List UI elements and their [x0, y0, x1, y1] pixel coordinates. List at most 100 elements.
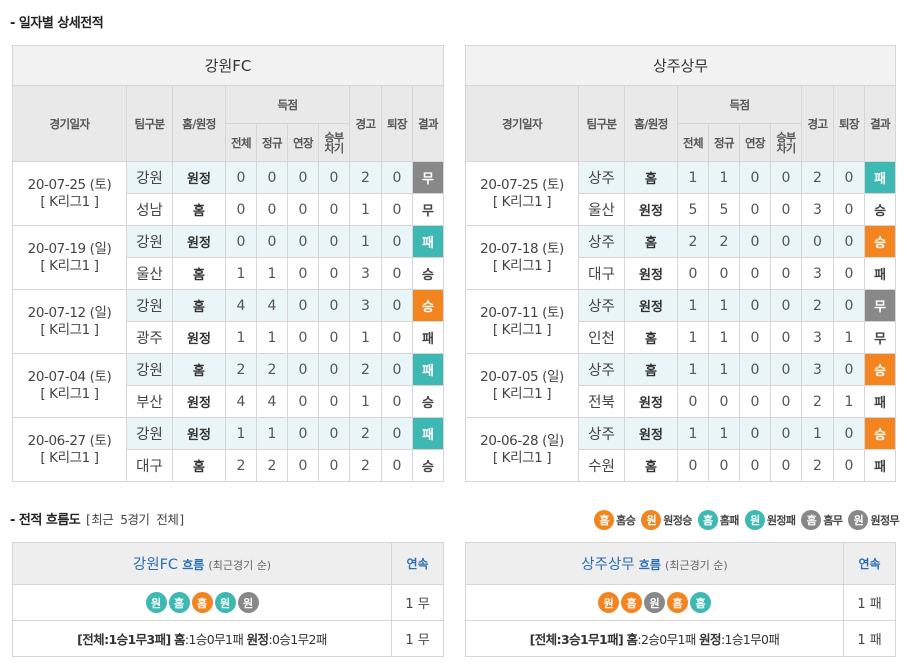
- game-date: 20-07-04 (토)[ K리그1 ]: [12, 353, 127, 418]
- header-sendoff: 퇴장: [381, 85, 413, 162]
- result-badge: 패: [863, 385, 897, 418]
- score-penalty: 0: [770, 385, 802, 418]
- home-away: 원정: [624, 289, 678, 322]
- game-date: 20-07-05 (일)[ K리그1 ]: [465, 353, 579, 418]
- result-circle-icon: 홈: [801, 510, 822, 530]
- score-extra: 0: [739, 385, 771, 418]
- flow-result-icon: 원: [237, 592, 259, 613]
- header-warning: 경고: [801, 85, 834, 162]
- flow-summary: [전체:3승1무1패] 홈:2승0무1패 원정:1승1무0패: [465, 620, 844, 657]
- warnings: 3: [801, 257, 834, 290]
- score-total: 1: [677, 321, 709, 354]
- team-name: 울산: [578, 193, 625, 226]
- sendoffs: 1: [833, 321, 865, 354]
- score-total: 0: [677, 257, 709, 290]
- result-badge: 승: [863, 417, 897, 450]
- legend-label: 원정패: [766, 514, 796, 527]
- header-warning: 경고: [349, 85, 382, 162]
- team-name: 강원: [126, 161, 173, 194]
- result-legend: 홈 홈승 원 원정승 홈 홈패 원 원정패 홈 홈무 원 원정무: [588, 510, 900, 530]
- score-extra: 0: [287, 193, 319, 226]
- result-badge: 승: [411, 289, 445, 322]
- result-badge: 승: [411, 385, 445, 418]
- result-badge: 승: [411, 449, 445, 482]
- score-penalty: 0: [318, 225, 350, 258]
- score-extra: 0: [739, 353, 771, 386]
- teamA-games: 20-07-25 (토)[ K리그1 ] 강원 원정 0 0 0 0 2 0 무 성남 홈 0 0 0 0 1 0…: [12, 161, 445, 482]
- legend-item: 홈 홈승: [594, 510, 636, 530]
- score-penalty: 0: [770, 289, 802, 322]
- header-sendoff: 퇴장: [833, 85, 865, 162]
- score-penalty: 0: [318, 321, 350, 354]
- result-badge: 승: [863, 225, 897, 258]
- header-team: 팀구분: [126, 85, 173, 162]
- team-name: 상주: [578, 289, 625, 322]
- score-regular: 1: [708, 161, 740, 194]
- team-name: 대구: [578, 257, 625, 290]
- section-title-flow: - 전적 흐름도 [최근 5경기 전체]: [10, 512, 186, 528]
- game-row: 20-07-19 (일)[ K리그1 ] 강원 원정 0 0 0 0 1 0 패: [12, 225, 445, 290]
- score-extra: 0: [287, 417, 319, 450]
- result-circle-icon: 원: [744, 510, 765, 530]
- sendoffs: 0: [833, 193, 865, 226]
- sendoffs: 0: [833, 449, 865, 482]
- flow-result-icon: 원: [214, 592, 236, 613]
- summary-streak-value: 1 무: [391, 620, 444, 657]
- warnings: 2: [801, 385, 834, 418]
- sendoffs: 0: [833, 257, 865, 290]
- game-date: 20-07-11 (토)[ K리그1 ]: [465, 289, 579, 354]
- score-penalty: 0: [770, 417, 802, 450]
- sendoffs: 0: [833, 353, 865, 386]
- warnings: 1: [349, 193, 382, 226]
- score-regular: 1: [708, 321, 740, 354]
- header-penalty: 승부 차기: [770, 123, 802, 162]
- result-badge: 승: [863, 193, 897, 226]
- result-badge: 무: [411, 161, 445, 194]
- header-extra: 연장: [287, 123, 319, 162]
- team-name: 전북: [578, 385, 625, 418]
- team-name: 울산: [126, 257, 173, 290]
- warnings: 2: [801, 289, 834, 322]
- score-penalty: 0: [770, 449, 802, 482]
- header-homeaway: 홈/원정: [624, 85, 678, 162]
- flow-table-teamB: 상주상무 흐름 (최근경기 순) 연속 원홈원홈홈 1 패 [전체:3승1무1패…: [465, 542, 896, 657]
- score-regular: 2: [256, 353, 288, 386]
- home-away: 원정: [624, 417, 678, 450]
- sendoffs: 0: [381, 193, 413, 226]
- game-row: 20-07-25 (토)[ K리그1 ] 강원 원정 0 0 0 0 2 0 무: [12, 161, 445, 226]
- score-extra: 0: [287, 161, 319, 194]
- score-extra: 0: [739, 161, 771, 194]
- game-date: 20-07-25 (토)[ K리그1 ]: [12, 161, 127, 226]
- result-badge: 패: [411, 417, 445, 450]
- team-name: 광주: [126, 321, 173, 354]
- score-regular: 0: [256, 161, 288, 194]
- result-badge: 패: [411, 225, 445, 258]
- score-penalty: 0: [770, 161, 802, 194]
- score-penalty: 0: [770, 353, 802, 386]
- flow-result-icon: 원: [598, 592, 619, 613]
- home-away: 원정: [624, 257, 678, 290]
- warnings: 1: [801, 417, 834, 450]
- team-name: 부산: [126, 385, 173, 418]
- daily-record-table-teamA: 강원FC 경기일자 팀구분 홈/원정 득점 경고 퇴장 결과 전체 정규 연장 …: [11, 45, 445, 482]
- game-date: 20-06-28 (일)[ K리그1 ]: [465, 417, 579, 482]
- score-penalty: 0: [770, 193, 802, 226]
- team-title: 강원FC: [11, 45, 445, 86]
- legend-label: 홈패: [719, 514, 740, 527]
- score-total: 4: [225, 289, 257, 322]
- score-extra: 0: [287, 385, 319, 418]
- header-score: 득점: [677, 85, 802, 124]
- flow-result-icon: 홈: [191, 592, 213, 613]
- streak-value: 1 무: [391, 584, 444, 621]
- score-regular: 1: [256, 257, 288, 290]
- home-away: 홈: [172, 289, 226, 322]
- warnings: 1: [349, 385, 382, 418]
- score-total: 0: [677, 449, 709, 482]
- result-badge: 승: [863, 353, 897, 386]
- score-regular: 0: [256, 193, 288, 226]
- header-regular: 정규: [256, 123, 288, 162]
- home-away: 원정: [172, 385, 226, 418]
- streak-header: 연속: [391, 542, 444, 585]
- score-total: 4: [225, 385, 257, 418]
- score-regular: 0: [708, 385, 740, 418]
